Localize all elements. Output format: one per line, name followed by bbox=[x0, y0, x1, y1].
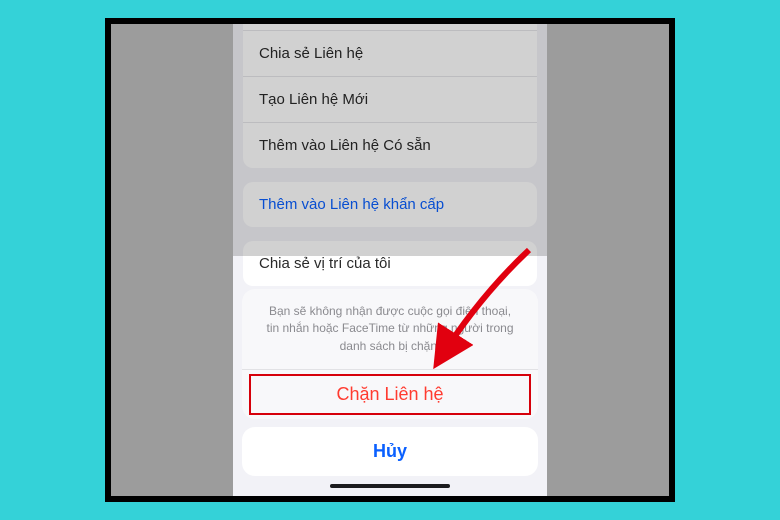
row-add-to-existing-contact[interactable]: Thêm vào Liên hệ Có sẵn bbox=[243, 123, 537, 168]
screenshot-frame-inner: Chia sẻ Liên hệ Tạo Liên hệ Mới Thêm vào… bbox=[111, 24, 669, 496]
row-create-new-contact[interactable]: Tạo Liên hệ Mới bbox=[243, 77, 537, 123]
action-sheet-message: Bạn sẽ không nhận được cuộc gọi điện tho… bbox=[242, 289, 538, 370]
contact-settings-background: Chia sẻ Liên hệ Tạo Liên hệ Mới Thêm vào… bbox=[233, 24, 547, 300]
action-sheet: Bạn sẽ không nhận được cuộc gọi điện tho… bbox=[233, 289, 547, 496]
action-sheet-card: Bạn sẽ không nhận được cuộc gọi điện tho… bbox=[242, 289, 538, 419]
screenshot-frame-outer: Chia sẻ Liên hệ Tạo Liên hệ Mới Thêm vào… bbox=[105, 18, 675, 502]
list-row-partial-top bbox=[243, 24, 537, 31]
cancel-button[interactable]: Hủy bbox=[242, 427, 538, 476]
phone-screen: Chia sẻ Liên hệ Tạo Liên hệ Mới Thêm vào… bbox=[233, 24, 547, 496]
block-contact-label: Chặn Liên hệ bbox=[336, 384, 443, 404]
row-share-contact[interactable]: Chia sẻ Liên hệ bbox=[243, 31, 537, 77]
home-indicator[interactable] bbox=[330, 484, 450, 488]
list-group-main: Chia sẻ Liên hệ Tạo Liên hệ Mới Thêm vào… bbox=[243, 24, 537, 168]
row-add-emergency-contact[interactable]: Thêm vào Liên hệ khẩn cấp bbox=[243, 182, 537, 227]
block-contact-button[interactable]: Chặn Liên hệ bbox=[242, 370, 538, 419]
row-share-my-location[interactable]: Chia sẻ vị trí của tôi bbox=[243, 241, 537, 286]
list-group-emergency: Thêm vào Liên hệ khẩn cấp bbox=[243, 182, 537, 227]
list-group-location: Chia sẻ vị trí của tôi bbox=[243, 241, 537, 286]
cancel-label: Hủy bbox=[373, 441, 407, 461]
